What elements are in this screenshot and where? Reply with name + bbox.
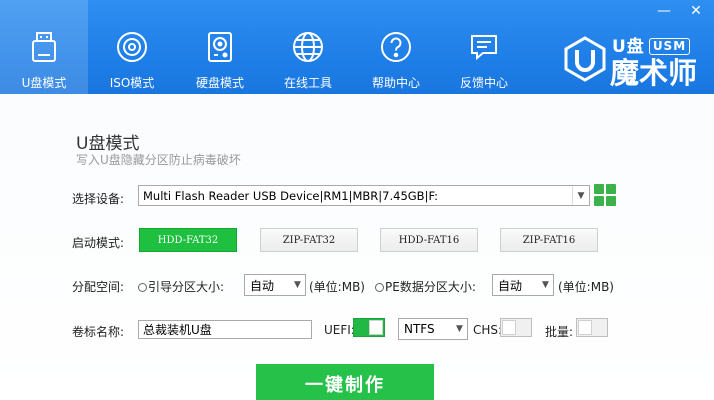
nav-item-iso-mode[interactable]: ISO模式 [88, 0, 176, 94]
chs-label: CHS: [473, 323, 503, 337]
batch-label: 批量: [545, 325, 574, 339]
close-button[interactable]: ✕ [688, 4, 704, 18]
boot-size-label-group: 引导分区大小: [138, 278, 224, 295]
chevron-down-icon: ▼ [456, 324, 463, 334]
filesystem-value: NTFS [404, 322, 435, 336]
logo-text-main: 魔术师 [610, 56, 698, 90]
toggle-knob [502, 320, 516, 335]
window-controls: — ✕ [656, 4, 704, 18]
chevron-down-icon: ▼ [294, 280, 301, 290]
nav-item-feedback-center[interactable]: 反馈中心 [440, 0, 528, 94]
boot-option-hdd-fat16[interactable]: HDD-FAT16 [380, 228, 478, 252]
one-click-create-button[interactable]: 一键制作 [256, 364, 434, 400]
chevron-down-icon: ▼ [542, 280, 549, 290]
pe-size-unit: (单位:MB) [558, 280, 614, 294]
logo-mark-icon [564, 36, 606, 82]
boot-option-zip-fat16[interactable]: ZIP-FAT16 [500, 228, 598, 252]
nav-item-online-tools[interactable]: 在线工具 [264, 0, 352, 94]
boot-mode-label: 启动模式: [72, 236, 125, 250]
volume-label: 卷标名称: [72, 325, 125, 339]
uefi-label: UEFI: [324, 323, 355, 337]
nav-label: U盘模式 [21, 76, 67, 90]
main-nav: U盘模式 ISO模式 硬盘模式 在线工具 帮助中心 反馈中心 [0, 0, 528, 94]
brand-logo: U盘 USM 魔术师 [562, 30, 708, 90]
boot-option-hdd-fat32[interactable]: HDD-FAT32 [139, 228, 237, 252]
nav-label: 在线工具 [283, 76, 332, 90]
page-subtitle: 写入U盘隐藏分区防止病毒破坏 [76, 153, 241, 167]
pe-size-select[interactable]: 自动 ▼ [492, 274, 554, 296]
usb-drive-icon [32, 32, 56, 62]
partition-label: 分配空间: [72, 280, 125, 294]
grid-view-icon[interactable] [594, 184, 616, 206]
boot-option-zip-fat32[interactable]: ZIP-FAT32 [260, 228, 358, 252]
nav-item-usb-mode[interactable]: U盘模式 [0, 0, 88, 94]
pe-size-value: 自动 [498, 278, 523, 293]
radio-icon[interactable] [375, 283, 384, 292]
boot-size-value: 自动 [250, 278, 275, 293]
nav-label: 帮助中心 [371, 76, 420, 90]
hard-disk-icon [208, 32, 232, 62]
device-select[interactable]: Multi Flash Reader USB Device|RM1|MBR|7.… [138, 185, 590, 206]
chevron-down-icon: ▼ [572, 186, 589, 205]
pe-size-label: PE数据分区大小: [385, 280, 476, 294]
title-bar-header: U盘模式 ISO模式 硬盘模式 在线工具 帮助中心 反馈中心 — ✕ U盘 US… [0, 0, 714, 94]
batch-toggle[interactable] [576, 318, 608, 337]
device-label: 选择设备: [72, 192, 125, 206]
boot-size-unit: (单位:MB) [309, 280, 365, 294]
uefi-toggle[interactable] [353, 318, 385, 337]
volume-name-input[interactable] [138, 320, 312, 339]
nav-item-hdd-mode[interactable]: 硬盘模式 [176, 0, 264, 94]
nav-label: 反馈中心 [459, 76, 508, 90]
nav-label: ISO模式 [109, 76, 155, 90]
nav-label: 硬盘模式 [195, 76, 244, 90]
disc-icon [117, 32, 147, 62]
globe-icon [293, 32, 323, 62]
pe-size-label-group: PE数据分区大小: [375, 278, 476, 295]
boot-size-label: 引导分区大小: [148, 280, 225, 294]
boot-size-select[interactable]: 自动 ▼ [244, 274, 306, 296]
question-icon [381, 32, 411, 62]
chs-toggle[interactable] [500, 318, 532, 337]
toggle-knob [369, 320, 383, 335]
toggle-knob [578, 320, 592, 335]
nav-item-help-center[interactable]: 帮助中心 [352, 0, 440, 94]
filesystem-select[interactable]: NTFS ▼ [398, 318, 468, 340]
minimize-button[interactable]: — [656, 4, 672, 18]
main-content: U盘模式 写入U盘隐藏分区防止病毒破坏 选择设备: Multi Flash Re… [0, 94, 714, 400]
radio-icon[interactable] [138, 283, 147, 292]
chat-bubble-icon [471, 35, 497, 61]
device-select-value: Multi Flash Reader USB Device|RM1|MBR|7.… [143, 188, 439, 203]
